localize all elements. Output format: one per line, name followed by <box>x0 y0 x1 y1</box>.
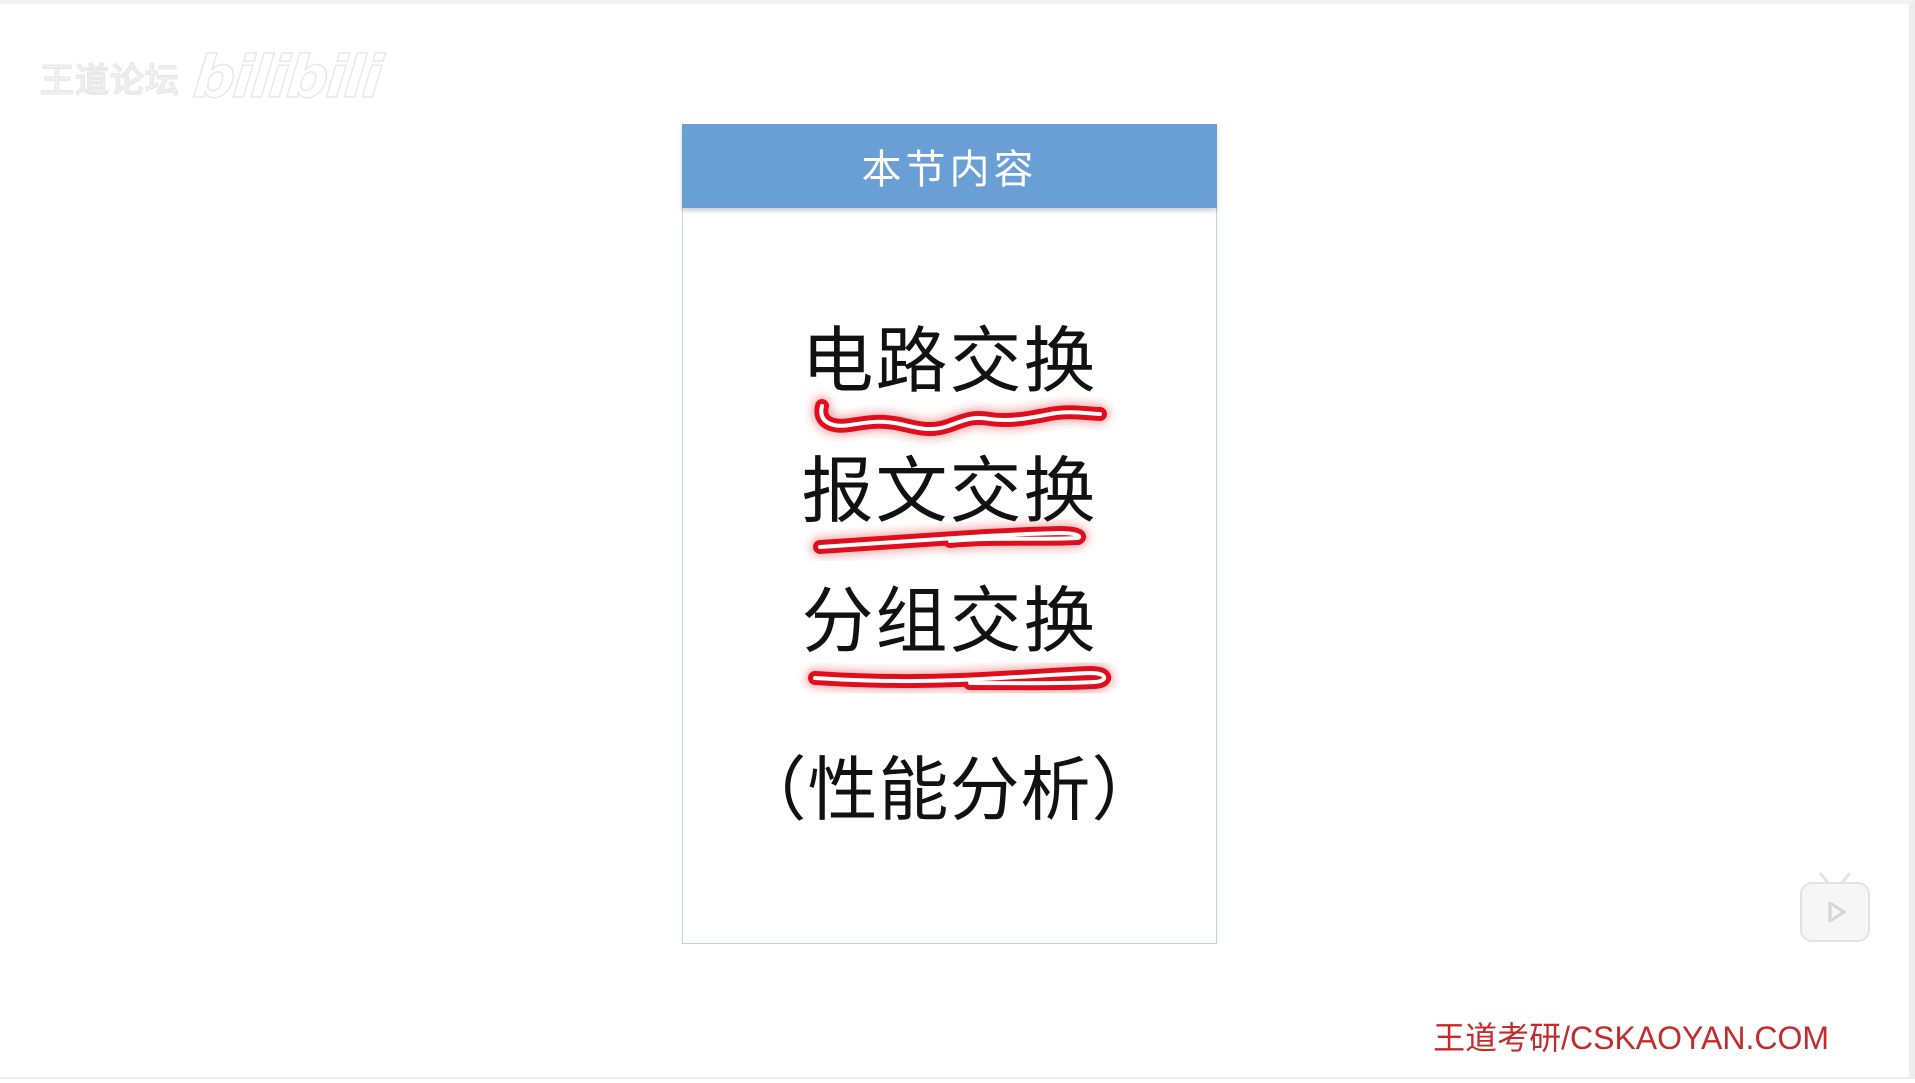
card-title: 本节内容 <box>861 147 1038 193</box>
topic-packet-switching: 分组交换 <box>801 579 1098 663</box>
play-icon <box>1828 901 1846 923</box>
play-button[interactable] <box>1800 882 1870 942</box>
section-content-card: 本节内容 电路交换 报文交换 分组交换 （性能分析） <box>682 124 1217 944</box>
bilibili-watermark: 王道论坛 bilibili <box>40 42 385 112</box>
topic-circuit-switching: 电路交换 <box>801 319 1098 403</box>
bilibili-logo: bilibili <box>190 42 385 112</box>
topic-message-switching: 报文交换 <box>801 449 1098 533</box>
card-header: 本节内容 <box>682 124 1217 208</box>
topic-performance-note: （性能分析） <box>736 749 1163 831</box>
footer-brand: 王道考研/CSKAOYAN.COM <box>1433 1020 1829 1056</box>
slide-canvas: 王道论坛 bilibili 本节内容 电路交换 报文交换 分组交换 （性能分析） <box>0 0 1915 1079</box>
watermark-text: 王道论坛 <box>40 60 180 101</box>
